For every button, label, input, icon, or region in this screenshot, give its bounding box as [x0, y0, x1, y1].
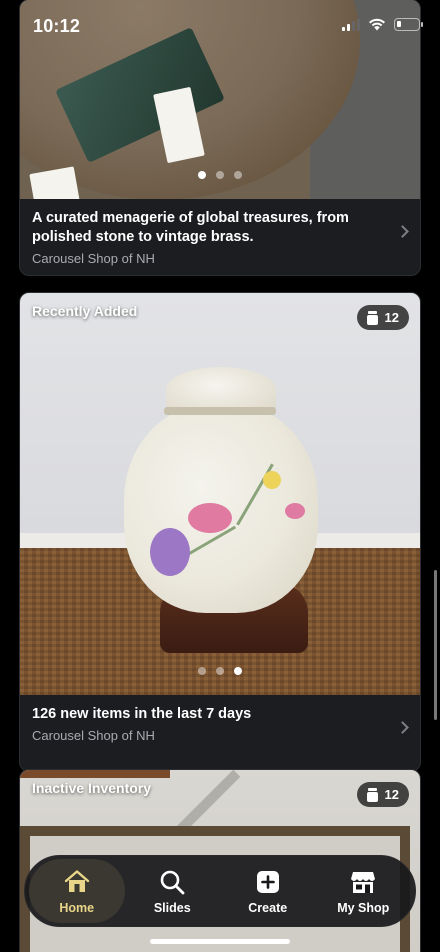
status-time: 10:12	[33, 16, 81, 36]
home-icon	[64, 869, 89, 892]
tab-my-shop[interactable]: My Shop	[316, 859, 412, 923]
card-title: A curated menagerie of global treasures,…	[32, 210, 349, 245]
carousel-dot[interactable]	[198, 171, 206, 179]
plus-square-icon	[256, 870, 279, 893]
wifi-icon	[369, 18, 385, 31]
tab-label: Home	[59, 900, 95, 915]
status-bar: 10:12	[0, 0, 440, 54]
jar-icon	[366, 310, 378, 325]
search-icon	[160, 870, 185, 894]
card-image[interactable]: Recently Added 12	[20, 293, 420, 695]
card-title: 126 new items in the last 7 days	[32, 706, 252, 722]
jar-icon	[366, 787, 378, 802]
tab-bar: Home Slides Create My Shop	[24, 855, 416, 927]
carousel-dot[interactable]	[198, 667, 206, 675]
status-icons	[342, 18, 423, 31]
card-shop-name: Carousel Shop of NH	[32, 728, 155, 743]
carousel-dot[interactable]	[216, 171, 224, 179]
tab-slides[interactable]: Slides	[125, 859, 221, 923]
home-indicator[interactable]	[150, 939, 290, 944]
carousel-dot[interactable]	[234, 171, 242, 179]
card-label: Inactive Inventory	[32, 780, 152, 796]
tab-label: My Shop	[337, 900, 390, 915]
feed[interactable]: A curated menagerie of global treasures,…	[0, 0, 440, 952]
tab-create[interactable]: Create	[220, 859, 316, 923]
signal-icon	[342, 18, 360, 31]
tab-label: Slides	[153, 900, 191, 915]
item-count-badge: 12	[356, 782, 409, 807]
item-count: 12	[384, 787, 399, 802]
scrollbar[interactable]	[434, 570, 437, 720]
carousel-dot[interactable]	[234, 667, 242, 675]
item-count-badge: 12	[356, 305, 409, 330]
carousel-dots[interactable]	[198, 171, 242, 179]
tab-label: Create	[248, 900, 288, 915]
storefront-icon	[351, 871, 376, 893]
tab-home[interactable]: Home	[29, 859, 125, 923]
item-count: 12	[384, 310, 399, 325]
carousel-dot[interactable]	[216, 667, 224, 675]
card-info[interactable]: 126 new items in the last 7 days Carouse…	[20, 695, 420, 771]
battery-icon	[394, 18, 423, 31]
card-shop-name: Carousel Shop of NH	[32, 251, 155, 266]
carousel-dots[interactable]	[198, 667, 242, 675]
collection-card[interactable]: Recently Added 12 126 new items in the l…	[19, 292, 421, 772]
card-label: Recently Added	[32, 303, 138, 319]
card-info[interactable]: A curated menagerie of global treasures,…	[20, 199, 420, 275]
